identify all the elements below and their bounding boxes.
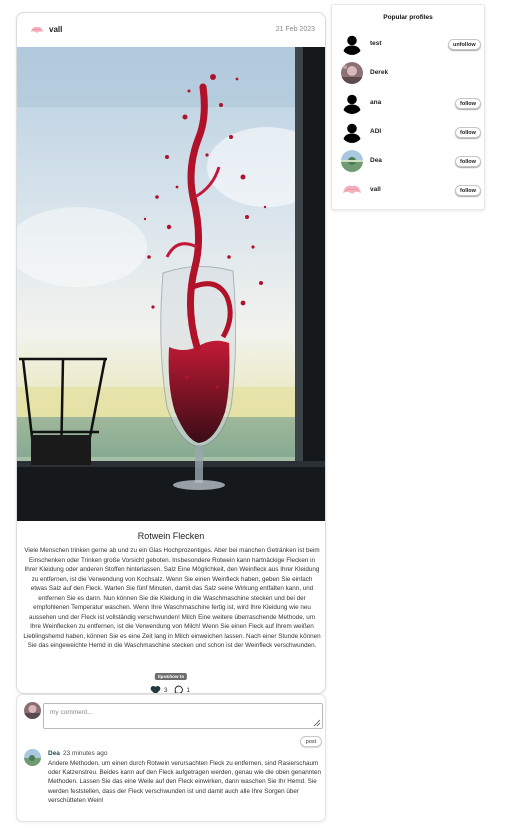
profile-row-dea: Dea follow [332, 150, 484, 176]
follow-button[interactable]: follow [455, 127, 481, 138]
profile-name[interactable]: vall [370, 186, 381, 193]
post-stats: 3 1 [17, 684, 325, 694]
photo-avatar[interactable] [341, 62, 363, 84]
profile-row-derek: Derek [332, 62, 484, 88]
profile-name[interactable]: ADI [370, 128, 381, 135]
post-header: vall 21 Feb 2023 [17, 13, 325, 47]
unfollow-button[interactable]: unfollow [448, 39, 481, 50]
popular-profiles-title: Popular profiles [383, 14, 433, 21]
profile-name[interactable]: Dea [370, 157, 382, 164]
pink-flower-avatar[interactable] [341, 179, 363, 201]
follow-button[interactable]: follow [455, 185, 481, 196]
post-image [17, 47, 325, 521]
post-body: Viele Menschen trinken gerne ab und zu e… [23, 547, 321, 649]
resize-grip-icon[interactable] [313, 719, 321, 727]
comment-bubble-icon[interactable] [173, 685, 184, 694]
default-user-icon[interactable] [341, 92, 363, 114]
comments-section: post Dea 23 minutes ago Andere Methoden,… [16, 694, 326, 822]
likes-count: 3 [163, 686, 168, 694]
comments-count: 1 [186, 686, 191, 694]
post-tag-badge[interactable]: tips&how to [154, 673, 188, 680]
profile-name[interactable]: ana [370, 99, 381, 106]
profile-row-test: test unfollow [332, 33, 484, 59]
profile-row-ana: ana follow [332, 92, 484, 118]
pink-flower-avatar-icon[interactable] [29, 22, 45, 38]
heart-icon[interactable] [150, 685, 161, 694]
post-title: Rotwein Flecken [137, 531, 205, 541]
profile-name[interactable]: Derek [370, 69, 388, 76]
current-user-avatar [24, 702, 41, 719]
comment-text: Andere Methoden, um einen durch Rotwein … [48, 760, 322, 804]
profile-name[interactable]: test [370, 40, 382, 47]
comment-input[interactable] [43, 703, 323, 729]
follow-button[interactable]: follow [455, 98, 481, 109]
post-date: 21 Feb 2023 [275, 26, 315, 33]
post-card: vall 21 Feb 2023 Rotwein Flecken Viele M… [16, 12, 326, 694]
post-comment-button[interactable]: post [300, 736, 322, 747]
post-author[interactable]: vall [49, 25, 62, 34]
commenter-avatar[interactable] [24, 749, 41, 766]
default-user-icon[interactable] [341, 121, 363, 143]
comment-time: 23 minutes ago [63, 750, 108, 757]
popular-profiles-panel: Popular profiles test unfollow Derek ana… [331, 4, 485, 210]
profile-row-vall: vall follow [332, 179, 484, 205]
landscape-avatar[interactable] [341, 150, 363, 172]
default-user-icon[interactable] [341, 33, 363, 55]
follow-button[interactable]: follow [455, 156, 481, 167]
profile-row-adi: ADI follow [332, 121, 484, 147]
comment-author[interactable]: Dea [48, 750, 60, 757]
